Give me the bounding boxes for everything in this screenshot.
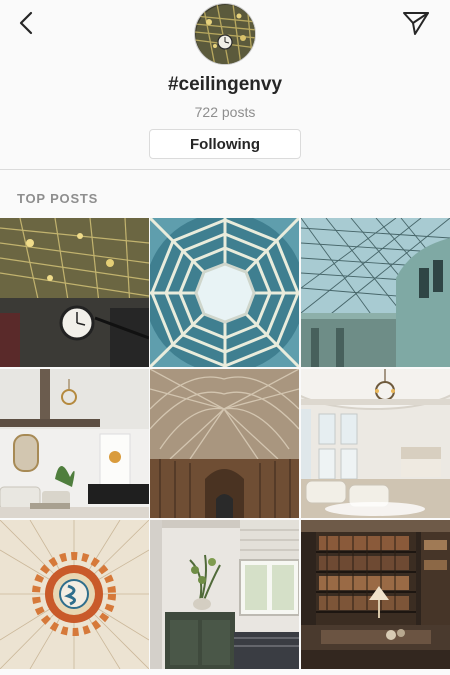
- following-button[interactable]: Following: [149, 129, 301, 159]
- post-thumbnail[interactable]: [301, 369, 450, 518]
- post-thumbnail[interactable]: [301, 520, 450, 669]
- post-thumbnail[interactable]: [0, 369, 149, 518]
- post-count: 722 posts: [194, 104, 256, 120]
- top-posts-heading: TOP POSTS: [17, 191, 99, 206]
- posts-grid: [0, 218, 450, 670]
- post-thumbnail[interactable]: [150, 369, 299, 518]
- back-arrow-icon[interactable]: [14, 10, 40, 36]
- post-thumbnail[interactable]: [150, 520, 299, 669]
- hashtag-avatar: [194, 3, 256, 65]
- post-thumbnail[interactable]: [150, 218, 299, 367]
- post-thumbnail[interactable]: [301, 218, 450, 367]
- post-thumbnail[interactable]: [0, 520, 149, 669]
- hashtag-title: #ceilingenvy: [167, 74, 283, 95]
- post-thumbnail[interactable]: [0, 218, 149, 367]
- hashtag-header: #ceilingenvy 722 posts Following: [0, 0, 450, 170]
- send-icon[interactable]: [402, 10, 430, 36]
